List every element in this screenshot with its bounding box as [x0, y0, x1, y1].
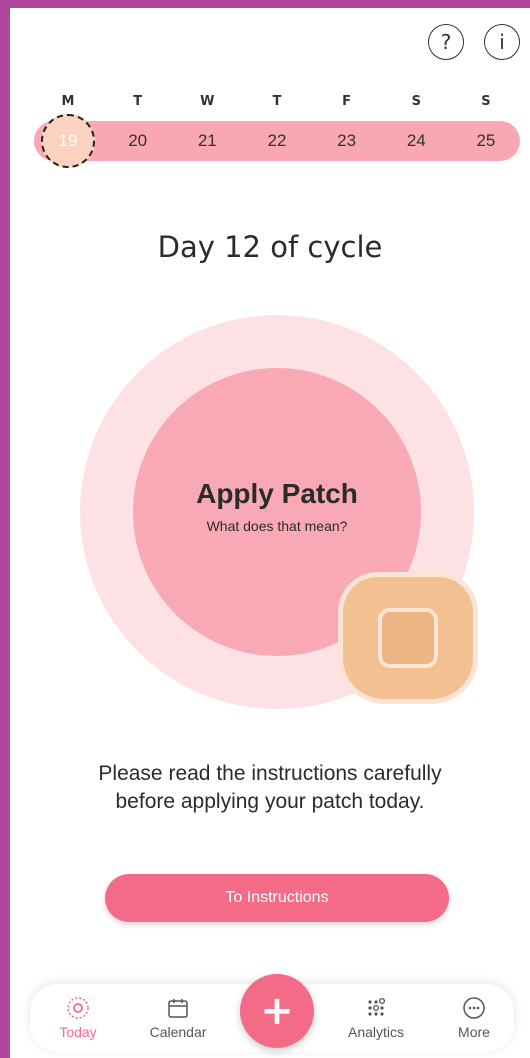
- date-item[interactable]: 21: [173, 131, 241, 151]
- analytics-icon: [368, 997, 386, 1016]
- instructions-line: before applying your patch today.: [115, 790, 425, 813]
- tab-today[interactable]: Today: [38, 984, 118, 1052]
- top-icons: ? i: [428, 24, 520, 60]
- weekday-labels: M T W T F S S: [34, 94, 520, 109]
- patch-icon: [338, 572, 478, 704]
- date-item[interactable]: 24: [382, 131, 450, 151]
- cycle-title: Day 12 of cycle: [157, 230, 383, 264]
- date-item[interactable]: 25: [452, 131, 520, 151]
- add-button[interactable]: +: [240, 974, 314, 1048]
- patch-inner-square: [378, 608, 438, 668]
- status-title: Apply Patch: [196, 478, 358, 509]
- tab-more[interactable]: More: [434, 984, 514, 1052]
- weekday-label: W: [200, 94, 215, 109]
- today-icon: [67, 997, 89, 1019]
- tab-label: Today: [59, 1024, 97, 1040]
- weekday-label: M: [61, 94, 75, 109]
- to-instructions-button[interactable]: To Instructions: [105, 874, 449, 922]
- tab-calendar[interactable]: Calendar: [138, 984, 218, 1052]
- date-item[interactable]: 20: [104, 131, 172, 151]
- date-label: 19: [58, 131, 78, 150]
- more-icon: [463, 997, 485, 1019]
- weekday-label: T: [133, 94, 143, 109]
- instructions-text: Please read the instructions carefully b…: [10, 760, 530, 816]
- date-item[interactable]: 23: [313, 131, 381, 151]
- date-item[interactable]: 22: [243, 131, 311, 151]
- question-icon[interactable]: ?: [428, 24, 464, 60]
- info-icon[interactable]: i: [484, 24, 520, 60]
- tab-label: Calendar: [149, 1024, 207, 1040]
- tab-analytics[interactable]: Analytics: [336, 984, 416, 1052]
- weekday-label: S: [481, 94, 491, 109]
- instructions-line: Please read the instructions carefully: [98, 762, 442, 785]
- weekday-label: S: [411, 94, 421, 109]
- status-info-link[interactable]: What does that mean?: [133, 518, 421, 534]
- week-strip: M T W T F S S 19 20 21 22 23 24 25: [34, 94, 520, 161]
- date-bar: 19 20 21 22 23 24 25: [34, 121, 520, 161]
- weekday-label: F: [342, 94, 352, 109]
- date-selected[interactable]: 19: [34, 131, 102, 151]
- tab-label: Analytics: [347, 1024, 405, 1040]
- tab-label: More: [458, 1024, 490, 1040]
- calendar-icon: [168, 999, 188, 1018]
- weekday-label: T: [272, 94, 282, 109]
